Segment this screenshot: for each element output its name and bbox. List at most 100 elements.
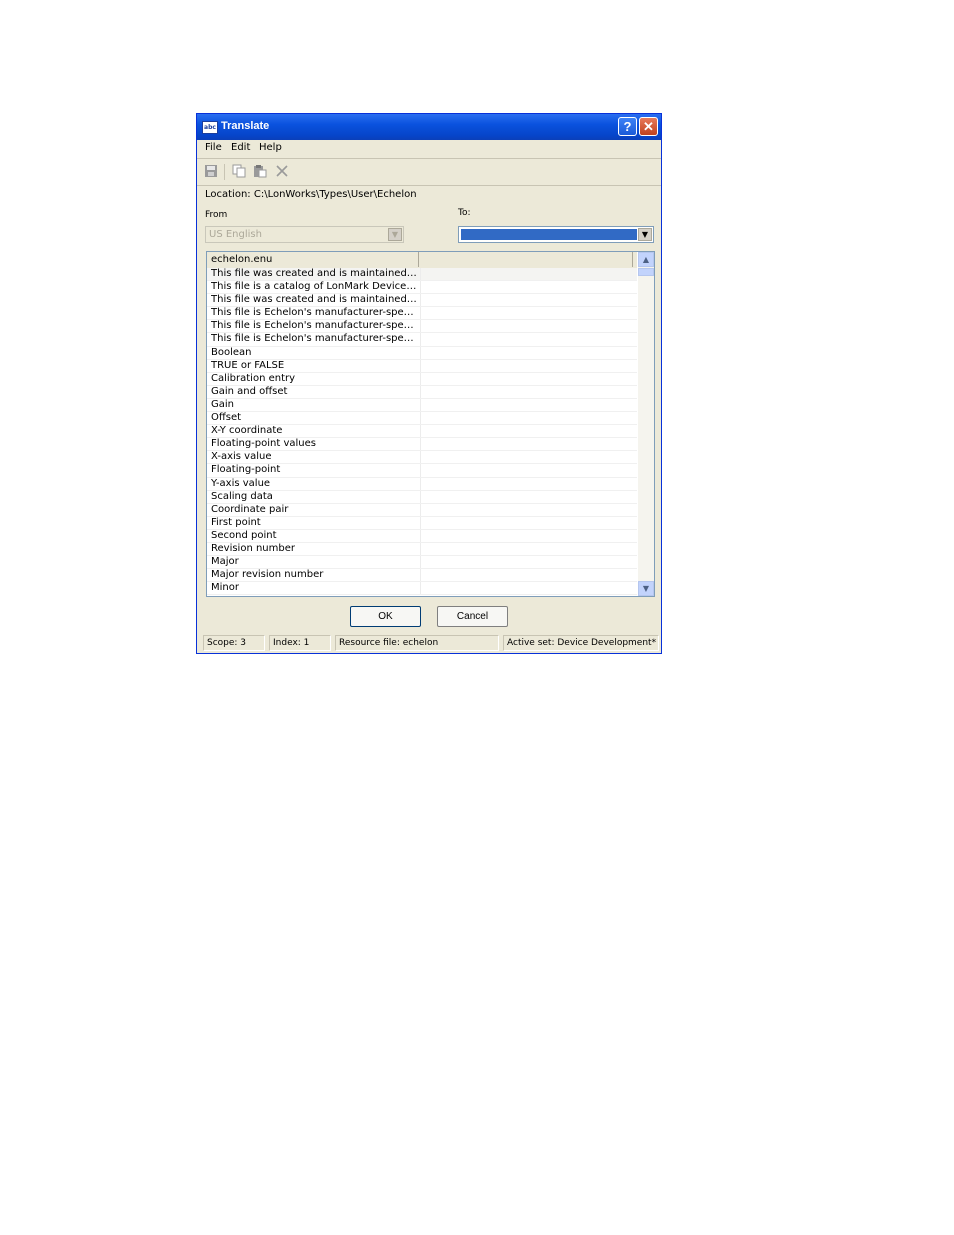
chevron-down-icon: ▼: [388, 228, 402, 241]
table-row[interactable]: Gain and offset: [207, 385, 637, 399]
row-target-cell[interactable]: [420, 438, 421, 451]
paste-icon[interactable]: [252, 164, 268, 180]
list-header: echelon.enu: [207, 252, 637, 269]
scroll-up-button[interactable]: ▲: [638, 252, 654, 267]
save-icon[interactable]: [203, 164, 219, 180]
translation-list[interactable]: echelon.enu This file was created and is…: [206, 251, 655, 597]
vertical-scrollbar[interactable]: ▲ ▼: [638, 252, 654, 596]
row-target-cell[interactable]: [420, 464, 421, 477]
row-source-text: Second point: [211, 529, 277, 541]
table-row[interactable]: X-Y coordinate: [207, 425, 637, 439]
cancel-button[interactable]: Cancel: [437, 606, 508, 627]
table-row[interactable]: This file is Echelon's manufacturer-spec…: [207, 333, 637, 347]
table-row[interactable]: Scaling data: [207, 490, 637, 504]
table-row[interactable]: Y-axis value: [207, 477, 637, 491]
status-index: Index: 1: [269, 635, 331, 651]
table-row[interactable]: TRUE or FALSE: [207, 359, 637, 373]
row-source-text: This file is a catalog of LonMark Device…: [211, 281, 417, 293]
row-target-cell[interactable]: [420, 516, 421, 529]
title-bar[interactable]: abc Translate ? ✕: [197, 114, 661, 140]
row-target-cell[interactable]: [420, 412, 421, 425]
toolbar-separator: [224, 164, 225, 180]
row-target-cell[interactable]: [420, 425, 421, 438]
row-source-text: X-Y coordinate: [211, 425, 283, 437]
row-target-cell[interactable]: [420, 320, 421, 333]
table-row[interactable]: This file is Echelon's manufacturer-spec…: [207, 320, 637, 334]
menu-help[interactable]: Help: [259, 142, 282, 153]
table-row[interactable]: Major revision number: [207, 569, 637, 583]
row-target-cell[interactable]: [420, 490, 421, 503]
list-rows: This file was created and is maintained …: [207, 268, 637, 596]
row-target-cell[interactable]: [420, 529, 421, 542]
row-source-text: First point: [211, 516, 261, 528]
close-button[interactable]: ✕: [639, 117, 658, 136]
row-source-text: This file is Echelon's manufacturer-spec…: [211, 307, 417, 319]
table-row[interactable]: Minor: [207, 582, 637, 596]
status-active-set: Active set: Device Development*: [503, 635, 659, 651]
scroll-down-button[interactable]: ▼: [638, 581, 654, 596]
table-row[interactable]: Floating-point values: [207, 438, 637, 452]
table-row[interactable]: Boolean: [207, 346, 637, 360]
toolbar: [197, 159, 661, 186]
row-target-cell[interactable]: [420, 346, 421, 359]
row-source-text: Scaling data: [211, 490, 273, 502]
table-row[interactable]: Second point: [207, 529, 637, 543]
row-target-cell[interactable]: [420, 294, 421, 307]
table-row[interactable]: This file is a catalog of LonMark Device…: [207, 281, 637, 295]
row-target-cell[interactable]: [420, 398, 421, 412]
table-row[interactable]: Gain: [207, 398, 637, 413]
row-source-text: Calibration entry: [211, 372, 296, 384]
table-row[interactable]: X-axis value: [207, 451, 637, 465]
table-row[interactable]: Offset: [207, 412, 637, 426]
column-header-source[interactable]: echelon.enu: [207, 252, 419, 267]
table-row[interactable]: Coordinate pair: [207, 503, 637, 517]
row-source-text: This file is Echelon's manufacturer-spec…: [211, 333, 417, 345]
translate-window: abc Translate ? ✕ File Edit Help Locatio…: [196, 113, 662, 654]
from-language-select: US English ▼: [205, 226, 404, 243]
row-target-cell[interactable]: [420, 281, 421, 294]
status-resource-file: Resource file: echelon: [335, 635, 499, 651]
table-row[interactable]: Floating-point: [207, 464, 637, 478]
row-source-text: Revision number: [211, 542, 295, 554]
to-language-highlight: [461, 229, 637, 240]
row-target-cell[interactable]: [420, 268, 421, 281]
menu-bar: File Edit Help: [197, 140, 661, 159]
row-target-cell[interactable]: [420, 451, 421, 464]
row-target-cell[interactable]: [420, 503, 421, 516]
delete-icon[interactable]: [274, 164, 290, 180]
scroll-thumb[interactable]: [638, 268, 654, 276]
table-row[interactable]: This file was created and is maintained …: [207, 294, 637, 308]
row-target-cell[interactable]: [420, 333, 421, 346]
table-row[interactable]: This file was created and is maintained …: [207, 268, 637, 282]
chevron-down-icon[interactable]: ▼: [638, 228, 652, 241]
row-source-text: Major: [211, 556, 239, 568]
row-target-cell[interactable]: [420, 385, 421, 398]
row-target-cell[interactable]: [420, 569, 421, 582]
help-button[interactable]: ?: [618, 117, 637, 136]
row-target-cell[interactable]: [420, 477, 421, 490]
table-row[interactable]: First point: [207, 516, 637, 530]
row-target-cell[interactable]: [420, 372, 421, 385]
table-row[interactable]: Revision number: [207, 542, 637, 557]
row-source-text: Floating-point: [211, 464, 281, 476]
copy-icon[interactable]: [231, 164, 247, 180]
row-target-cell[interactable]: [420, 582, 421, 595]
table-row[interactable]: Major: [207, 556, 637, 570]
row-source-text: X-axis value: [211, 451, 272, 463]
row-target-cell[interactable]: [420, 542, 421, 556]
row-source-text: TRUE or FALSE: [211, 359, 285, 371]
ok-button[interactable]: OK: [350, 606, 421, 627]
table-row[interactable]: Calibration entry: [207, 372, 637, 386]
to-language-select[interactable]: ▼: [458, 226, 654, 243]
column-header-target[interactable]: [419, 252, 633, 267]
row-target-cell[interactable]: [420, 556, 421, 569]
row-source-text: Coordinate pair: [211, 503, 289, 515]
row-source-text: Floating-point values: [211, 438, 316, 450]
row-target-cell[interactable]: [420, 359, 421, 372]
table-row[interactable]: This file is Echelon's manufacturer-spec…: [207, 307, 637, 321]
from-label: From: [205, 210, 228, 220]
row-source-text: Boolean: [211, 346, 252, 358]
menu-edit[interactable]: Edit: [231, 142, 250, 153]
menu-file[interactable]: File: [205, 142, 222, 153]
row-target-cell[interactable]: [420, 307, 421, 320]
